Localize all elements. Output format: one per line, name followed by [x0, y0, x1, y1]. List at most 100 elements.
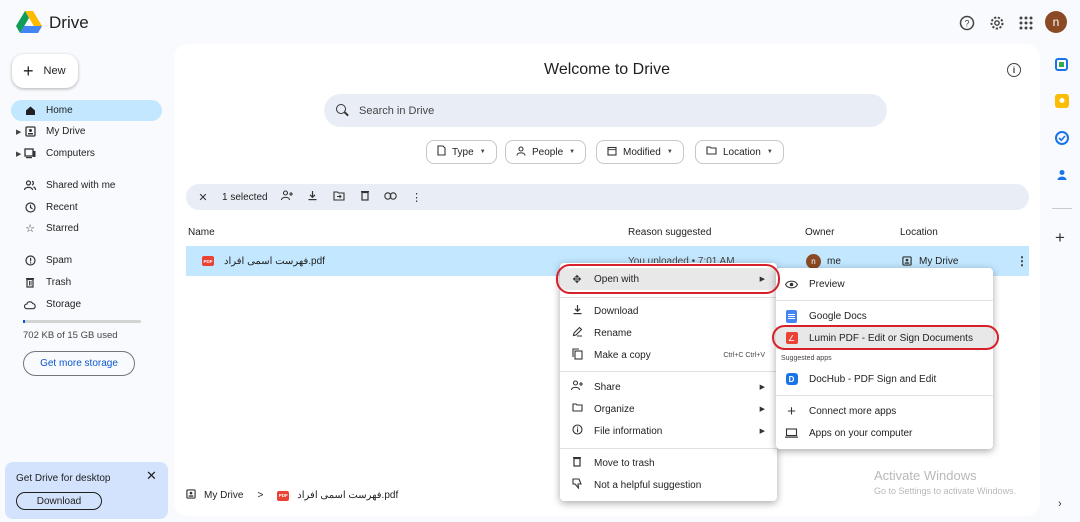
- sidebar-item-spam[interactable]: Spam: [11, 250, 162, 271]
- tasks-app-icon[interactable]: [1055, 131, 1069, 145]
- sidebar-item-my-drive[interactable]: ▶ My Drive: [11, 121, 162, 142]
- search-bar[interactable]: Search in Drive: [324, 94, 887, 127]
- filter-modified-chip[interactable]: Modified ▼: [596, 140, 684, 164]
- menu-divider: [776, 300, 993, 301]
- menu-item-label: Organize: [594, 403, 635, 415]
- menu-item-file-information[interactable]: File information ▶: [560, 420, 777, 442]
- storage-usage-text: 702 KB of 15 GB used: [23, 330, 118, 341]
- sidebar-item-label: Shared with me: [46, 180, 116, 191]
- info-icon[interactable]: i: [1007, 63, 1021, 77]
- calendar-icon: [607, 146, 617, 159]
- clear-selection-icon[interactable]: ✕: [196, 191, 210, 204]
- file-location: My Drive: [919, 256, 959, 267]
- close-icon[interactable]: ✕: [146, 468, 157, 484]
- app-name[interactable]: Drive: [49, 13, 89, 33]
- owner-avatar: n: [806, 254, 821, 269]
- open-with-highlight-ring: [556, 264, 780, 294]
- breadcrumb-file[interactable]: فهرست اسمی افراد.pdf: [297, 490, 398, 501]
- menu-item-share[interactable]: Share ▶: [560, 376, 777, 398]
- windows-watermark-title: Activate Windows: [874, 468, 977, 483]
- pdf-file-icon: PDF: [202, 256, 214, 266]
- apps-grid-icon[interactable]: [1017, 14, 1035, 32]
- filter-type-chip[interactable]: Type ▼: [426, 140, 497, 164]
- menu-item-make-copy[interactable]: Make a copy Ctrl+C Ctrl+V: [560, 344, 777, 366]
- contacts-app-icon[interactable]: [1055, 168, 1069, 182]
- menu-item-label: Move to trash: [594, 457, 655, 469]
- search-input[interactable]: Search in Drive: [359, 105, 434, 117]
- submenu-item-dochub[interactable]: D DocHub - PDF Sign and Edit: [776, 368, 993, 390]
- menu-item-move-to-trash[interactable]: Move to trash: [560, 452, 777, 474]
- eye-icon: [785, 278, 798, 291]
- drive-logo-icon[interactable]: [16, 11, 42, 33]
- submenu-item-preview[interactable]: Preview: [776, 273, 993, 295]
- new-button[interactable]: + New: [12, 54, 78, 88]
- move-to-folder-icon[interactable]: [332, 190, 346, 204]
- info-icon: [571, 424, 583, 438]
- sidebar-item-starred[interactable]: ☆ Starred: [11, 218, 162, 239]
- menu-divider: [560, 448, 777, 449]
- google-docs-icon: [785, 309, 798, 323]
- laptop-icon: [785, 427, 798, 440]
- share-person-add-icon[interactable]: [280, 190, 294, 204]
- windows-watermark-subtitle: Go to Settings to activate Windows.: [874, 486, 1017, 496]
- sidebar-item-recent[interactable]: Recent: [11, 197, 162, 218]
- caret-right-icon[interactable]: ▶: [16, 128, 21, 136]
- menu-item-label: Not a helpful suggestion: [594, 479, 702, 491]
- menu-item-label: Share: [594, 381, 621, 393]
- more-vertical-icon[interactable]: ⋮: [1016, 254, 1028, 268]
- menu-item-rename[interactable]: Rename: [560, 322, 777, 344]
- calendar-app-icon[interactable]: [1055, 58, 1068, 71]
- person-icon: [516, 145, 526, 159]
- pencil-icon: [571, 326, 583, 340]
- trash-icon: [571, 456, 583, 470]
- submenu-item-label: Connect more apps: [809, 405, 897, 417]
- submenu-arrow-icon: ▶: [759, 428, 765, 435]
- dropdown-arrow-icon: ▼: [569, 149, 576, 155]
- menu-item-organize[interactable]: Organize ▶: [560, 398, 777, 420]
- dochub-icon: D: [785, 373, 798, 386]
- menu-item-download[interactable]: Download: [560, 300, 777, 322]
- submenu-item-apps-on-computer[interactable]: Apps on your computer: [776, 422, 993, 444]
- more-vertical-icon[interactable]: ⋮: [410, 191, 424, 204]
- account-avatar[interactable]: n: [1045, 11, 1067, 33]
- sidebar-item-computers[interactable]: ▶ Computers: [11, 143, 162, 164]
- folder-icon: [571, 403, 583, 415]
- download-icon[interactable]: [306, 190, 320, 204]
- help-icon[interactable]: ?: [958, 14, 976, 32]
- column-header-location: Location: [900, 227, 938, 238]
- sidebar-item-trash[interactable]: Trash: [11, 272, 162, 293]
- sidebar-item-storage[interactable]: Storage: [11, 294, 162, 315]
- submenu-item-google-docs[interactable]: Google Docs: [776, 305, 993, 327]
- add-addon-plus-icon[interactable]: +: [1055, 228, 1065, 248]
- lumin-pdf-highlight-ring: [772, 325, 999, 350]
- submenu-item-connect-apps[interactable]: + Connect more apps: [776, 400, 993, 422]
- menu-item-not-helpful[interactable]: Not a helpful suggestion: [560, 474, 777, 496]
- menu-divider: [560, 371, 777, 372]
- trash-icon[interactable]: [358, 190, 372, 204]
- submenu-item-label: Apps on your computer: [809, 427, 913, 439]
- new-button-label: New: [43, 65, 66, 77]
- get-more-storage-button[interactable]: Get more storage: [23, 351, 135, 376]
- selection-toolbar: ✕ 1 selected ⋮: [186, 184, 1029, 210]
- open-with-submenu: Preview Google Docs ∠ Lumin PDF - Edit o…: [776, 268, 993, 449]
- breadcrumb-root[interactable]: My Drive: [204, 490, 243, 501]
- filter-location-chip[interactable]: Location ▼: [695, 140, 784, 164]
- computer-icon: [24, 148, 36, 160]
- settings-gear-icon[interactable]: [988, 14, 1006, 32]
- sidebar-item-shared[interactable]: Shared with me: [11, 175, 162, 196]
- link-icon[interactable]: [384, 191, 398, 203]
- file-name: فهرست اسمی افراد.pdf: [224, 256, 325, 267]
- promo-title: Get Drive for desktop: [16, 473, 111, 484]
- cloud-icon: [24, 299, 36, 311]
- keep-app-icon[interactable]: [1055, 94, 1069, 108]
- trash-icon: [24, 277, 36, 289]
- column-header-name[interactable]: Name: [188, 227, 215, 238]
- download-desktop-button[interactable]: Download: [16, 492, 102, 510]
- caret-right-icon[interactable]: ▶: [16, 150, 21, 158]
- sidebar-item-label: Home: [46, 105, 73, 116]
- menu-item-shortcut: Ctrl+C Ctrl+V: [723, 351, 765, 359]
- filter-people-chip[interactable]: People ▼: [505, 140, 587, 164]
- sidebar-item-home[interactable]: Home: [11, 100, 162, 121]
- chevron-right-icon[interactable]: ›: [1058, 498, 1062, 510]
- search-icon[interactable]: [336, 104, 349, 117]
